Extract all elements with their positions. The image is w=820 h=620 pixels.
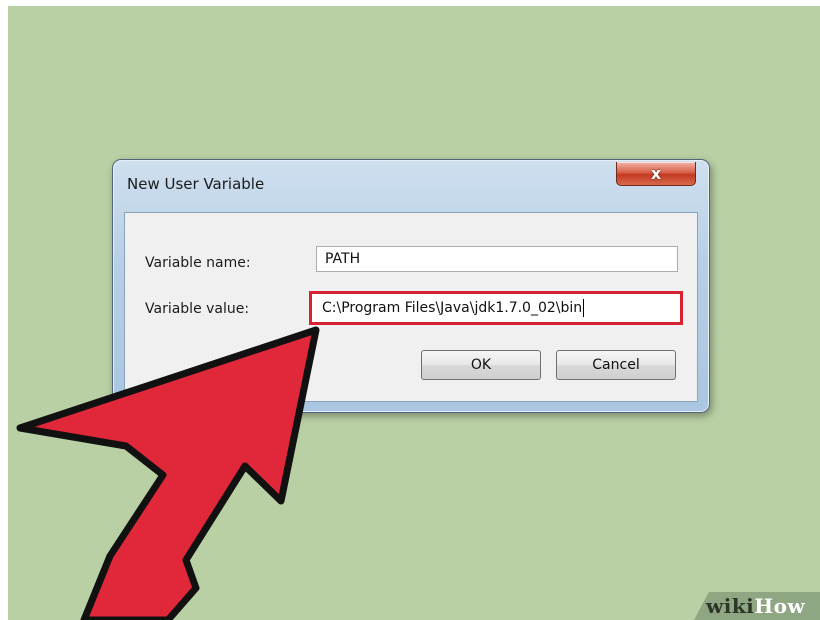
cancel-button[interactable]: Cancel <box>556 350 676 380</box>
close-icon: x <box>650 164 662 183</box>
variable-value-text: C:\Program Files\Java\jdk1.7.0_02\bin <box>322 300 583 316</box>
new-user-variable-dialog: New User Variable x Variable name: PATH … <box>112 159 710 413</box>
dialog-title: New User Variable <box>127 175 265 193</box>
watermark-how: How <box>754 594 806 618</box>
variable-name-input[interactable]: PATH <box>316 246 678 272</box>
dialog-body: Variable name: PATH Variable value: C:\P… <box>124 212 698 402</box>
wikihow-watermark: wikiHow <box>706 594 805 618</box>
text-caret <box>583 299 585 317</box>
variable-name-value: PATH <box>325 251 361 267</box>
close-button[interactable]: x <box>616 162 696 186</box>
variable-name-label: Variable name: <box>145 255 251 271</box>
variable-value-input[interactable]: C:\Program Files\Java\jdk1.7.0_02\bin <box>309 291 683 325</box>
watermark-wiki: wiki <box>706 594 755 618</box>
ok-button[interactable]: OK <box>421 350 541 380</box>
variable-value-label: Variable value: <box>145 301 250 317</box>
